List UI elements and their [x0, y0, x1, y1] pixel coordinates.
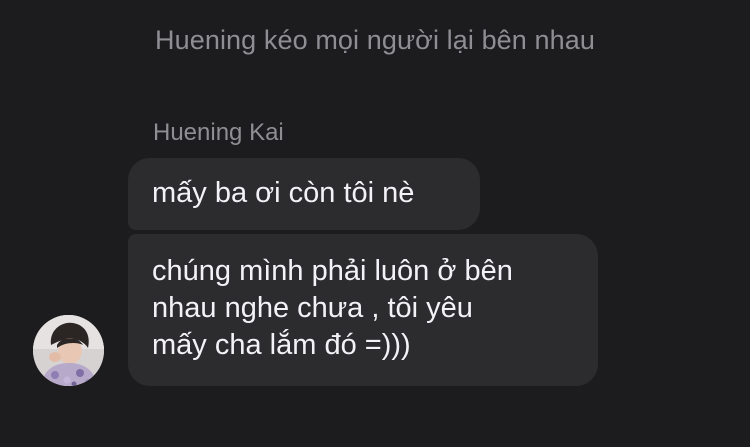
system-notice: Huening kéo mọi người lại bên nhau: [155, 25, 595, 55]
message-text: mấy ba ơi còn tôi nè: [152, 177, 415, 209]
avatar[interactable]: [33, 315, 104, 386]
message-bubble[interactable]: mấy ba ơi còn tôi nè: [128, 158, 480, 230]
sender-name: Huening Kai: [153, 119, 284, 146]
message-bubble[interactable]: chúng mình phải luôn ở bên nhau nghe chư…: [128, 234, 598, 386]
chat-view: Huening kéo mọi người lại bên nhau Hueni…: [0, 0, 750, 447]
message-text-line: mấy cha lắm đó =))): [152, 329, 411, 361]
message-text-line: nhau nghe chưa , tôi yêu: [152, 292, 473, 324]
message-text-line: chúng mình phải luôn ở bên: [152, 255, 513, 287]
user-avatar-photo-icon: [33, 315, 104, 386]
